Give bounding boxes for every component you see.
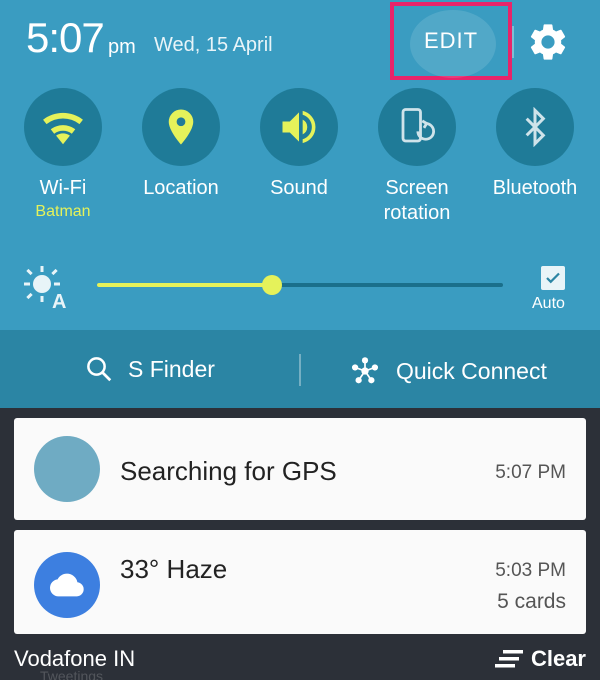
action-divider [299,354,301,386]
gps-notification-icon [34,436,100,502]
location-pin-icon [168,109,194,145]
checkmark-icon [546,272,560,284]
s-finder-label: S Finder [128,355,215,382]
tile-bluetooth-label: Bluetooth [492,177,578,199]
bottom-bar: Tweetings Vodafone IN Clear [0,640,600,680]
tile-sound-circle[interactable] [260,88,338,166]
clear-all-button[interactable]: Clear [494,646,586,672]
cloud-icon [50,573,84,597]
screen-rotation-icon [401,108,435,143]
brightness-slider[interactable] [97,275,503,295]
tile-screen-rotation-circle[interactable] [378,88,456,166]
gear-icon[interactable] [526,20,570,64]
tile-screen-rotation[interactable]: Screen rotation [358,88,476,226]
auto-brightness-label: Auto [532,295,565,312]
quick-tiles-row: Wi-Fi Batman Location Sound Screen rotat… [0,88,600,238]
brightness-slider-fill [97,283,272,287]
tile-screen-rotation-label: Screen rotation [383,177,451,224]
clock-time: 5:07 [26,14,105,61]
tile-sound-label: Sound [270,177,328,199]
notification-time: 5:03 PM [495,560,566,581]
brightness-slider-thumb[interactable] [262,275,282,295]
action-bar: S Finder Quick Connect [0,330,600,408]
tile-bluetooth[interactable]: Bluetooth [476,88,594,201]
bluetooth-icon [525,107,546,147]
notification-title: Searching for GPS [120,456,337,486]
quick-connect-button[interactable]: Quick Connect [348,354,547,388]
notification-card-count: 5 cards [497,590,566,613]
clear-label: Clear [530,646,586,671]
auto-brightness-checkbox[interactable] [541,266,565,290]
carrier-name: Vodafone IN [14,646,136,671]
svg-text:A: A [52,291,66,312]
notification-title: 33° Haze [120,554,228,584]
auto-brightness-icon[interactable]: A [22,262,72,312]
wifi-icon [43,112,83,145]
tile-wifi-label: Wi-Fi [39,177,87,199]
tile-location-label: Location [143,177,219,199]
clock-date: Wed, 15 April [154,34,273,56]
quick-connect-label: Quick Connect [396,357,547,384]
edit-button[interactable]: EDIT [394,6,508,76]
tile-wifi[interactable]: Wi-Fi Batman [4,88,122,221]
notification-card-gps[interactable]: Searching for GPS 5:07 PM [14,418,586,520]
speaker-icon [282,110,316,144]
tile-sound[interactable]: Sound [240,88,358,201]
clear-all-icon [494,650,523,668]
tile-bluetooth-circle[interactable] [496,88,574,166]
s-finder-button[interactable]: S Finder [84,354,215,384]
weather-notification-icon [34,552,100,618]
edit-highlight-box: EDIT [390,2,512,80]
tile-wifi-circle[interactable] [24,88,102,166]
search-icon [87,357,112,382]
tile-location[interactable]: Location [122,88,240,201]
header-divider [512,26,514,58]
quick-settings-panel: 5:07 pm Wed, 15 April EDIT Wi-Fi Batman … [0,0,600,330]
notification-card-weather[interactable]: 33° Haze 5:03 PM 5 cards [14,530,586,634]
notification-time: 5:07 PM [495,462,566,483]
tile-wifi-network: Batman [35,203,91,220]
quick-connect-icon [351,357,379,384]
clock-ampm: pm [108,36,136,58]
tile-location-circle[interactable] [142,88,220,166]
